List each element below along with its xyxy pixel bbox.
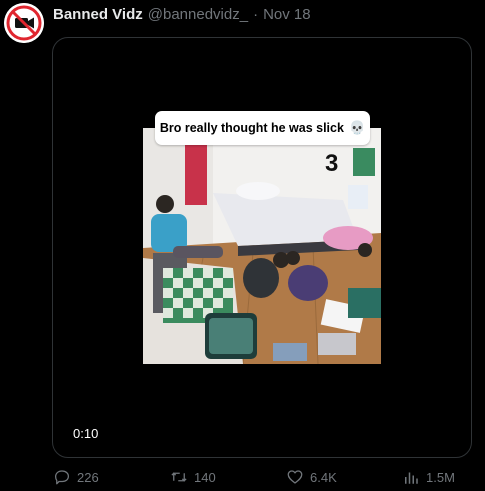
author-avatar[interactable] xyxy=(4,3,44,43)
video-timestamp: 0:10 xyxy=(73,426,99,441)
repost-icon xyxy=(171,472,187,482)
reply-icon xyxy=(54,470,70,485)
skull-emoji-icon: 💀 xyxy=(348,120,366,135)
tweet-date[interactable]: Nov 18 xyxy=(263,6,311,23)
author-handle[interactable]: @bannedvidz_ xyxy=(148,6,248,23)
repost-button[interactable]: 140 xyxy=(170,468,216,486)
repost-count: 140 xyxy=(194,469,216,485)
video-scene-image xyxy=(143,128,381,364)
video-player[interactable]: 3 Bro really thought he was slick 💀 0:10 xyxy=(52,37,472,458)
tweet-header: Banned Vidz @bannedvidz_ · Nov 18 xyxy=(53,4,311,24)
video-frame[interactable]: 3 xyxy=(143,128,381,364)
bar-chart-icon xyxy=(405,472,418,484)
views-button[interactable]: 1.5M xyxy=(402,468,455,486)
caption-text: Bro really thought he was slick xyxy=(159,121,344,135)
heart-icon xyxy=(287,470,303,484)
author-name[interactable]: Banned Vidz xyxy=(53,6,143,23)
reply-button[interactable]: 226 xyxy=(53,468,99,486)
like-count: 6.4K xyxy=(310,469,337,485)
separator-dot: · xyxy=(253,5,259,23)
reply-count: 226 xyxy=(77,469,99,485)
room-number: 3 xyxy=(325,150,339,177)
no-camera-logo-icon xyxy=(4,3,44,43)
like-button[interactable]: 6.4K xyxy=(286,468,337,486)
tweet-actions: 226 140 6.4K 1.5M xyxy=(0,468,485,490)
views-count: 1.5M xyxy=(426,469,455,485)
video-caption: Bro really thought he was slick 💀 xyxy=(155,111,370,145)
